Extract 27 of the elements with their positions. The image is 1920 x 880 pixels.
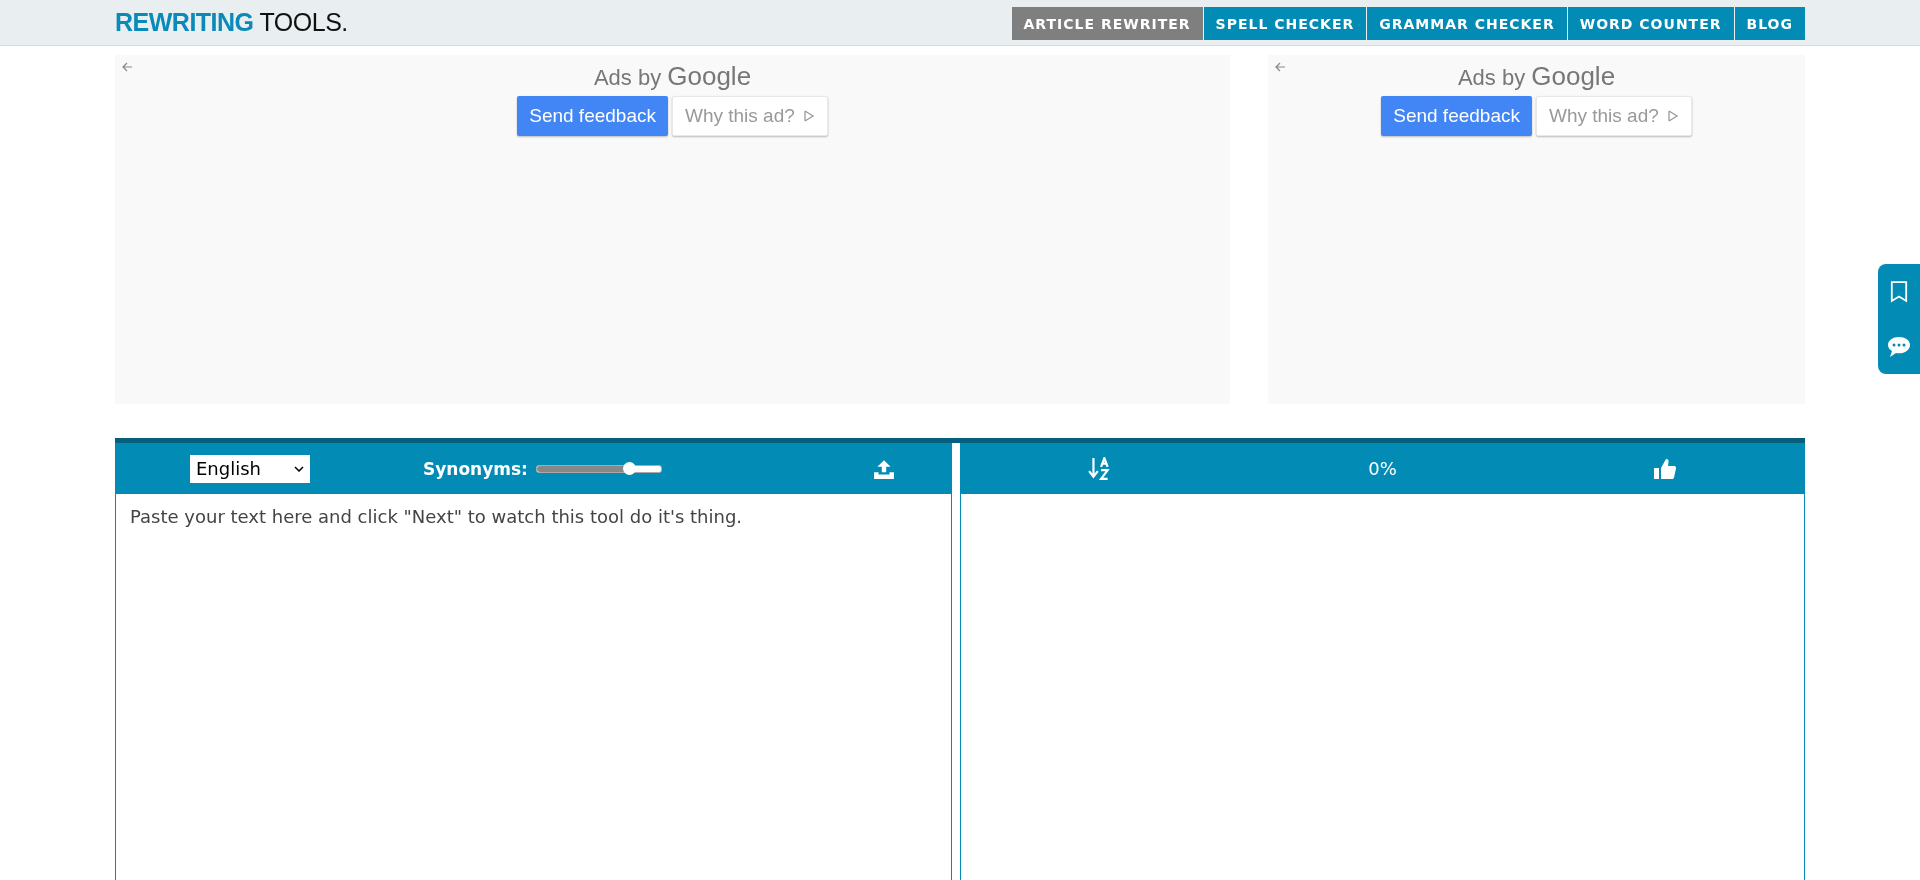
back-arrow-icon[interactable]	[1274, 61, 1286, 73]
send-feedback-button[interactable]: Send feedback	[517, 96, 668, 136]
ads-by-label: Ads by Google	[1457, 61, 1616, 92]
send-feedback-button[interactable]: Send feedback	[1381, 96, 1532, 136]
input-text-area[interactable]: Paste your text here and click "Next" to watch this tool do it's thing.	[115, 494, 952, 880]
nav-link[interactable]: BLOG	[1733, 7, 1805, 40]
upload-icon[interactable]	[873, 458, 895, 479]
play-icon	[1666, 110, 1679, 122]
nav-link[interactable]: GRAMMAR CHECKER	[1366, 7, 1567, 40]
synonyms-label: Synonyms:	[423, 458, 528, 479]
slider-thumb[interactable]	[622, 461, 636, 475]
ads-by-label: Ads by Google	[593, 61, 752, 92]
back-arrow-icon[interactable]	[121, 61, 133, 73]
thumbs-up-icon[interactable]	[1652, 456, 1677, 481]
site-logo[interactable]: REWRITING TOOLS.	[115, 8, 348, 37]
bookmark-icon[interactable]	[1890, 280, 1908, 303]
why-this-ad-button[interactable]: Why this ad?	[1535, 96, 1692, 136]
language-select[interactable]: English	[190, 454, 310, 483]
caret-icon	[294, 465, 304, 472]
nav-link[interactable]: ARTICLE REWRITER	[1010, 7, 1203, 40]
synonyms-slider[interactable]	[535, 464, 662, 473]
nav-link[interactable]: WORD COUNTER	[1566, 7, 1734, 40]
nav-link[interactable]: SPELL CHECKER	[1202, 7, 1367, 40]
chat-bubble-icon[interactable]	[1887, 335, 1911, 358]
why-this-ad-button[interactable]: Why this ad?	[671, 96, 828, 136]
percent-label: 0%	[1368, 458, 1397, 479]
play-icon	[802, 110, 815, 122]
